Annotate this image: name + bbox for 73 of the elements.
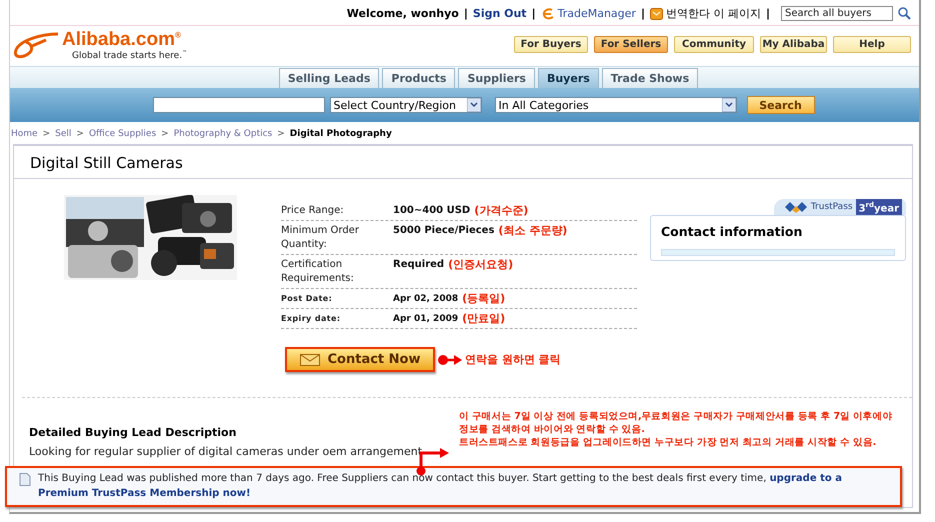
- country-dropdown[interactable]: Select Country/Region: [330, 97, 482, 114]
- trustpass-label: TrustPass: [810, 202, 853, 212]
- detail-label: Expiry date:: [281, 313, 342, 325]
- annotation-note: (만료일): [462, 312, 506, 326]
- search-button[interactable]: Search: [746, 96, 814, 114]
- annotation-arrow: [437, 352, 463, 366]
- tab[interactable]: Selling Leads: [278, 68, 380, 88]
- detail-value: 5000 Piece/Pieces: [393, 224, 494, 238]
- upgrade-link[interactable]: upgrade to a: [770, 473, 842, 484]
- annotation-note: (최소 주문량): [498, 224, 568, 238]
- breadcrumb-separator: >: [161, 129, 169, 139]
- annotation-note: 연락을 원하면 클릭: [465, 352, 561, 367]
- dropdown-caret-icon[interactable]: [722, 98, 736, 112]
- breadcrumb-link[interactable]: Sell: [55, 129, 72, 139]
- description-text: Looking for regular supplier of digital cameras under oem arrangement: [29, 445, 424, 458]
- envelope-icon: [650, 8, 663, 20]
- nav-button[interactable]: Help: [833, 36, 911, 54]
- detail-value: Apr 01, 2009: [393, 313, 458, 326]
- diamonds-icon: [784, 201, 808, 213]
- breadcrumb-separator: >: [42, 129, 50, 139]
- contact-now-button[interactable]: Contact Now: [285, 347, 435, 372]
- separator: |: [532, 7, 536, 20]
- annotation-note: 정보를 검색하여 바이어와 연락할 수 있음.: [459, 423, 646, 436]
- breadcrumb-separator: >: [277, 129, 285, 139]
- breadcrumb-link[interactable]: Photography & Optics: [174, 129, 272, 139]
- detail-value: Apr 02, 2008: [393, 293, 458, 306]
- notice-text: This Buying Lead was published more than 7 days ago. Free Suppliers can now contact this buyer. Start getting to the best deals first every time, upgrade to a Premium TrustPass Membership now!: [38, 472, 843, 501]
- nav-button[interactable]: Community: [674, 36, 754, 54]
- welcome-text: Welcome, wonhyo: [346, 7, 459, 20]
- search-icon[interactable]: [898, 7, 911, 20]
- breadcrumb-current: Digital Photography: [290, 129, 392, 139]
- tagline: Global trade starts here.$^{™}$: [72, 50, 188, 61]
- sign-out-link[interactable]: Sign Out: [472, 7, 527, 20]
- nav-button[interactable]: My Alibaba: [760, 36, 827, 54]
- category-dropdown[interactable]: In All Categories: [494, 97, 736, 114]
- separator: |: [464, 7, 468, 20]
- tab[interactable]: Suppliers: [458, 68, 535, 88]
- tab[interactable]: Trade Shows: [602, 68, 698, 88]
- annotation-note: 트러스트패스로 회원등급을 업그레이드하면 누구보다 가장 먼저 최고의 거래를 시작할 수 있음.: [459, 436, 878, 449]
- annotation-note: (등록일): [462, 292, 506, 306]
- nav-button[interactable]: For Sellers: [594, 36, 668, 54]
- breadcrumb-link[interactable]: Office Supplies: [88, 129, 156, 139]
- script-e-icon: [540, 8, 555, 20]
- listing-title: Digital Still Cameras: [14, 146, 912, 179]
- dropdown-caret-icon[interactable]: [466, 98, 480, 112]
- logo-text: Alibaba.com$^{®}$: [62, 28, 182, 51]
- annotation-note: 이 구매서는 7일 이상 전에 등록되었으며,무료회원은 구매자가 구매제안서를 등록 후 7일 이후에야: [459, 410, 892, 423]
- detail-label: Price Range:: [281, 204, 345, 218]
- keyword-field[interactable]: [152, 97, 324, 114]
- detail-label: Post Date:: [281, 293, 334, 305]
- translate-link[interactable]: 번역한다 이 페이지: [666, 6, 761, 21]
- detail-value: 100~400 USD: [393, 204, 470, 218]
- tab[interactable]: Products: [382, 68, 456, 88]
- swoosh-icon: [12, 30, 60, 60]
- detail-value: Required: [393, 258, 444, 272]
- membership-years: 3$^{rd}$year: [856, 198, 902, 216]
- tab[interactable]: Buyers: [538, 68, 599, 88]
- description-heading: Detailed Buying Lead Description: [29, 426, 238, 439]
- search-field[interactable]: Search all buyers: [781, 6, 893, 21]
- envelope-icon: [300, 354, 320, 366]
- contact-heading: Contact information: [661, 224, 804, 239]
- document-icon: [19, 473, 31, 486]
- annotation-note: (가격수준): [474, 204, 528, 218]
- breadcrumb-separator: >: [76, 129, 84, 139]
- detail-label: Minimum Order Quantity:: [281, 224, 360, 252]
- trademanager-link[interactable]: TradeManager: [558, 7, 636, 20]
- nav-button[interactable]: For Buyers: [514, 36, 588, 54]
- annotation-note: (인증서요청): [448, 258, 514, 272]
- separator: |: [640, 7, 645, 20]
- separator: |: [766, 7, 770, 20]
- breadcrumb-link[interactable]: Home: [11, 129, 38, 139]
- detail-label: Certification Requirements:: [281, 258, 355, 286]
- upgrade-link[interactable]: Premium TrustPass Membership now!: [38, 488, 251, 499]
